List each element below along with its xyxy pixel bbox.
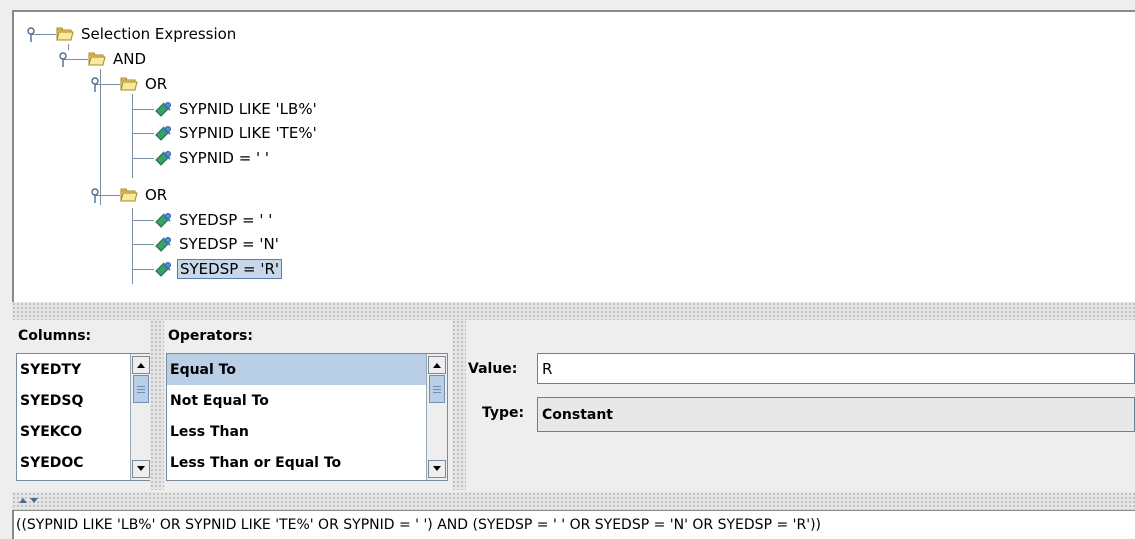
tree-node-condition[interactable]: SYEDSP = ' ' [154,209,274,231]
tree-node-and[interactable]: AND [88,48,148,70]
tree-node-condition-selected[interactable]: SYEDSP = 'R' [154,258,283,280]
value-panel: Value: R Type: Constant [466,320,1135,492]
tree-node-condition[interactable]: SYPNID LIKE 'TE%' [154,122,319,144]
tree-node-label: SYPNID = ' ' [179,149,270,167]
condition-icon [154,101,172,117]
condition-icon [154,236,172,252]
scroll-down-button[interactable] [132,460,150,478]
value-label: Value: [468,361,518,377]
tree-node-condition[interactable]: SYPNID = ' ' [154,147,271,169]
list-item[interactable]: Less Than or Equal To [167,447,447,478]
tree-line [132,158,154,159]
list-item[interactable]: Not Equal To [167,385,447,416]
arrow-up-icon [433,363,441,368]
condition-icon [154,125,172,141]
condition-icon [154,212,172,228]
splitter-arrows-icon[interactable] [18,496,40,504]
scroll-thumb[interactable] [133,375,149,403]
condition-icon [154,150,172,166]
columns-scrollbar[interactable] [130,354,151,480]
tree-node-or[interactable]: OR [120,184,169,206]
tree-node-label: SYEDSP = ' ' [179,211,273,229]
folder-icon [56,26,74,42]
arrow-down-icon [137,466,145,471]
operators-list[interactable]: Equal To Not Equal To Less Than Less Tha… [166,353,448,481]
folder-icon [88,51,106,67]
tree-node-root[interactable]: Selection Expression [56,23,238,45]
expression-splitter[interactable] [12,492,1135,510]
tree-node-condition[interactable]: SYEDSP = 'N' [154,233,281,255]
operators-scrollbar[interactable] [426,354,447,480]
columns-panel: Columns: SYEDTY SYEDSQ SYEKCO SYEDOC [12,320,152,492]
type-label: Type: [482,405,525,421]
columns-title: Columns: [18,328,92,344]
scroll-up-button[interactable] [132,356,150,374]
expression-string: ((SYPNID LIKE 'LB%' OR SYPNID LIKE 'TE%'… [16,517,821,533]
value-input[interactable]: R [537,353,1135,384]
tree-node-or[interactable]: OR [120,73,169,95]
expand-handle-icon[interactable] [26,26,38,44]
expand-handle-icon[interactable] [90,187,102,205]
operators-panel: Operators: Equal To Not Equal To Less Th… [164,320,452,492]
tree-node-label: SYPNID LIKE 'TE%' [179,124,317,142]
tree-node-condition[interactable]: SYPNID LIKE 'LB%' [154,98,319,120]
panel-splitter[interactable] [150,320,164,490]
tree-node-label: SYEDSP = 'R' [177,259,283,279]
scroll-up-button[interactable] [428,356,446,374]
arrow-down-icon [433,466,441,471]
tree-line [132,133,154,134]
expression-text[interactable]: ((SYPNID LIKE 'LB%' OR SYPNID LIKE 'TE%'… [12,510,1135,539]
operators-title: Operators: [168,328,253,344]
list-item[interactable]: Less Than [167,416,447,447]
columns-list[interactable]: SYEDTY SYEDSQ SYEKCO SYEDOC [16,353,152,481]
tree-node-label: OR [145,75,168,93]
panel-splitter[interactable] [452,320,466,490]
tree-splitter[interactable] [12,302,1135,320]
tree-line [132,220,154,221]
tree-node-label: SYPNID LIKE 'LB%' [179,100,317,118]
tree-node-label: AND [113,50,147,68]
tree-node-label: OR [145,186,168,204]
scroll-down-button[interactable] [428,460,446,478]
condition-icon [154,261,172,277]
tree-node-label: SYEDSP = 'N' [179,235,279,253]
arrow-up-icon [137,363,145,368]
folder-icon [120,76,138,92]
tree-line [132,269,154,270]
tree-line [132,94,133,178]
value-text: R [542,359,553,378]
expression-tree[interactable]: Selection Expression AND OR SYPNID LIKE … [12,10,1135,304]
list-item-selected[interactable]: Equal To [167,354,447,385]
type-text: Constant [542,406,613,423]
expand-handle-icon[interactable] [90,76,102,94]
tree-line [132,244,154,245]
expand-handle-icon[interactable] [58,51,70,69]
tree-node-label: Selection Expression [81,25,237,43]
tree-line [132,109,154,110]
folder-icon [120,187,138,203]
scroll-thumb[interactable] [429,375,445,403]
type-field[interactable]: Constant [537,397,1135,432]
